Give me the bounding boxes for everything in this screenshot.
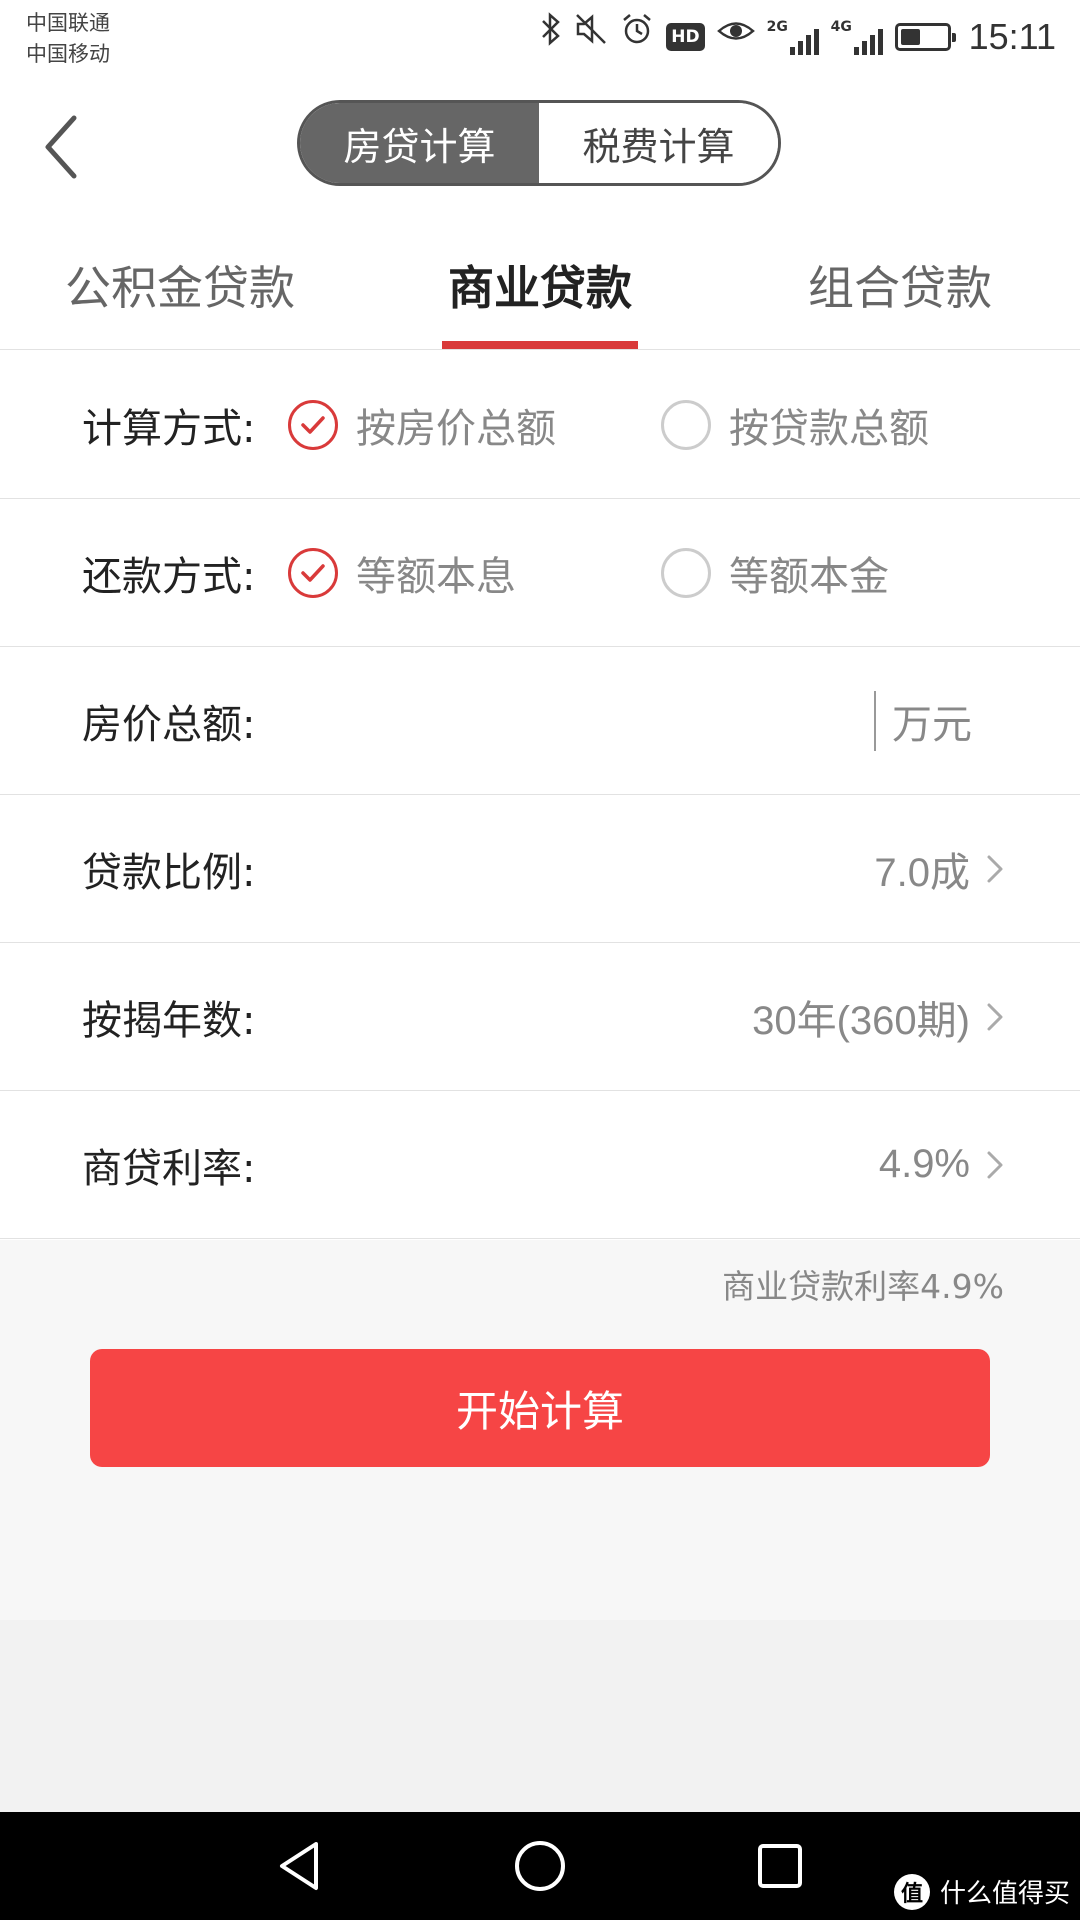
- mortgage-years-value: 30年(360期): [752, 998, 970, 1043]
- radio-by-house-price[interactable]: 按房价总额: [288, 351, 556, 498]
- house-price-row: 房价总额: 万元: [0, 647, 1080, 795]
- signal-2g-icon: 2G: [767, 17, 819, 57]
- radio-equal-principal[interactable]: 等额本金: [661, 499, 889, 646]
- watermark: 值 什么值得买: [893, 1873, 1070, 1910]
- watermark-text: 什么值得买: [939, 1879, 1070, 1909]
- hd-badge: HD: [666, 23, 705, 51]
- square-recents-icon: [758, 1844, 802, 1888]
- bluetooth-icon: [540, 12, 562, 62]
- radio-checked-icon: [288, 399, 338, 450]
- tab-commercial-loan[interactable]: 商业贷款: [400, 220, 680, 350]
- radio-checked-icon: [288, 547, 338, 598]
- chevron-right-icon: [986, 1091, 1004, 1238]
- repay-method-row: 还款方式: 等额本息 等额本金: [0, 499, 1080, 647]
- circle-home-icon: [515, 1841, 565, 1891]
- loan-form: 计算方式: 按房价总额 按贷款总额 还款方式: 等额本息 等额本金 房价总额:: [0, 351, 1080, 1239]
- radio-label: 按房价总额: [356, 405, 556, 452]
- commercial-rate-label: 商贷利率:: [82, 1145, 256, 1192]
- segment-mortgage-calc[interactable]: 房贷计算: [300, 103, 539, 183]
- status-icons: HD 2G 4G 15:11: [540, 12, 1056, 62]
- header: 房贷计算 税费计算: [0, 80, 1080, 210]
- house-price-input[interactable]: [290, 691, 872, 751]
- house-price-label: 房价总额:: [82, 701, 256, 748]
- house-price-unit: 万元: [892, 701, 972, 748]
- loan-type-tabs: 公积金贷款 商业贷款 组合贷款: [0, 220, 1080, 350]
- carrier-1: 中国联通: [26, 11, 110, 35]
- radio-by-loan-amount[interactable]: 按贷款总额: [661, 351, 929, 498]
- nav-recents-button[interactable]: [750, 1836, 810, 1896]
- input-cursor-divider: [874, 691, 876, 751]
- nav-back-button[interactable]: [270, 1836, 330, 1896]
- empty-area: [0, 1620, 1080, 1812]
- eye-comfort-icon: [716, 12, 755, 62]
- commercial-rate-value: 4.9%: [878, 1142, 970, 1186]
- radio-equal-installment[interactable]: 等额本息: [288, 499, 516, 646]
- radio-label: 等额本息: [356, 553, 516, 600]
- mortgage-years-label: 按揭年数:: [82, 997, 256, 1044]
- start-calculate-button[interactable]: 开始计算: [90, 1349, 990, 1467]
- clock: 15:11: [968, 16, 1056, 57]
- mute-icon: [574, 12, 608, 62]
- triangle-back-icon: [280, 1842, 318, 1890]
- loan-ratio-row[interactable]: 贷款比例: 7.0成: [0, 795, 1080, 943]
- watermark-logo: 值: [893, 1873, 930, 1910]
- chevron-left-icon: [45, 115, 77, 179]
- action-area: 商业贷款利率4.9% 开始计算: [0, 1240, 1080, 1620]
- loan-ratio-label: 贷款比例:: [82, 849, 256, 896]
- commercial-rate-row[interactable]: 商贷利率: 4.9%: [0, 1091, 1080, 1239]
- segment-tax-calc[interactable]: 税费计算: [539, 103, 778, 183]
- radio-label: 等额本金: [729, 553, 889, 600]
- battery-icon: [894, 23, 956, 51]
- alarm-icon: [620, 12, 654, 62]
- signal-4g-icon: 4G: [831, 17, 883, 57]
- repay-method-label: 还款方式:: [82, 553, 256, 600]
- calc-method-label: 计算方式:: [82, 405, 256, 452]
- back-button[interactable]: [30, 102, 90, 192]
- radio-unchecked-icon: [661, 547, 711, 598]
- chevron-right-icon: [986, 943, 1004, 1090]
- active-tab-indicator: [442, 341, 638, 349]
- calculator-type-segment: 房贷计算 税费计算: [297, 100, 781, 186]
- radio-unchecked-icon: [661, 399, 711, 450]
- network-4g-label: 4G: [830, 19, 852, 35]
- carrier-names: 中国联通 中国移动: [26, 8, 110, 70]
- chevron-right-icon: [986, 795, 1004, 942]
- nav-home-button[interactable]: [510, 1836, 570, 1896]
- system-nav-bar: 值 什么值得买: [0, 1812, 1080, 1920]
- network-2g-label: 2G: [766, 19, 788, 35]
- radio-label: 按贷款总额: [729, 405, 929, 452]
- tab-combined-loan[interactable]: 组合贷款: [760, 220, 1040, 350]
- status-bar: 中国联通 中国移动 HD 2G 4G 15:11: [0, 0, 1080, 80]
- carrier-2: 中国移动: [26, 42, 110, 66]
- tab-provident-fund-loan[interactable]: 公积金贷款: [40, 220, 320, 350]
- rate-note: 商业贷款利率4.9%: [722, 1267, 1004, 1306]
- mortgage-years-row[interactable]: 按揭年数: 30年(360期): [0, 943, 1080, 1091]
- calc-method-row: 计算方式: 按房价总额 按贷款总额: [0, 351, 1080, 499]
- loan-ratio-value: 7.0成: [874, 850, 970, 895]
